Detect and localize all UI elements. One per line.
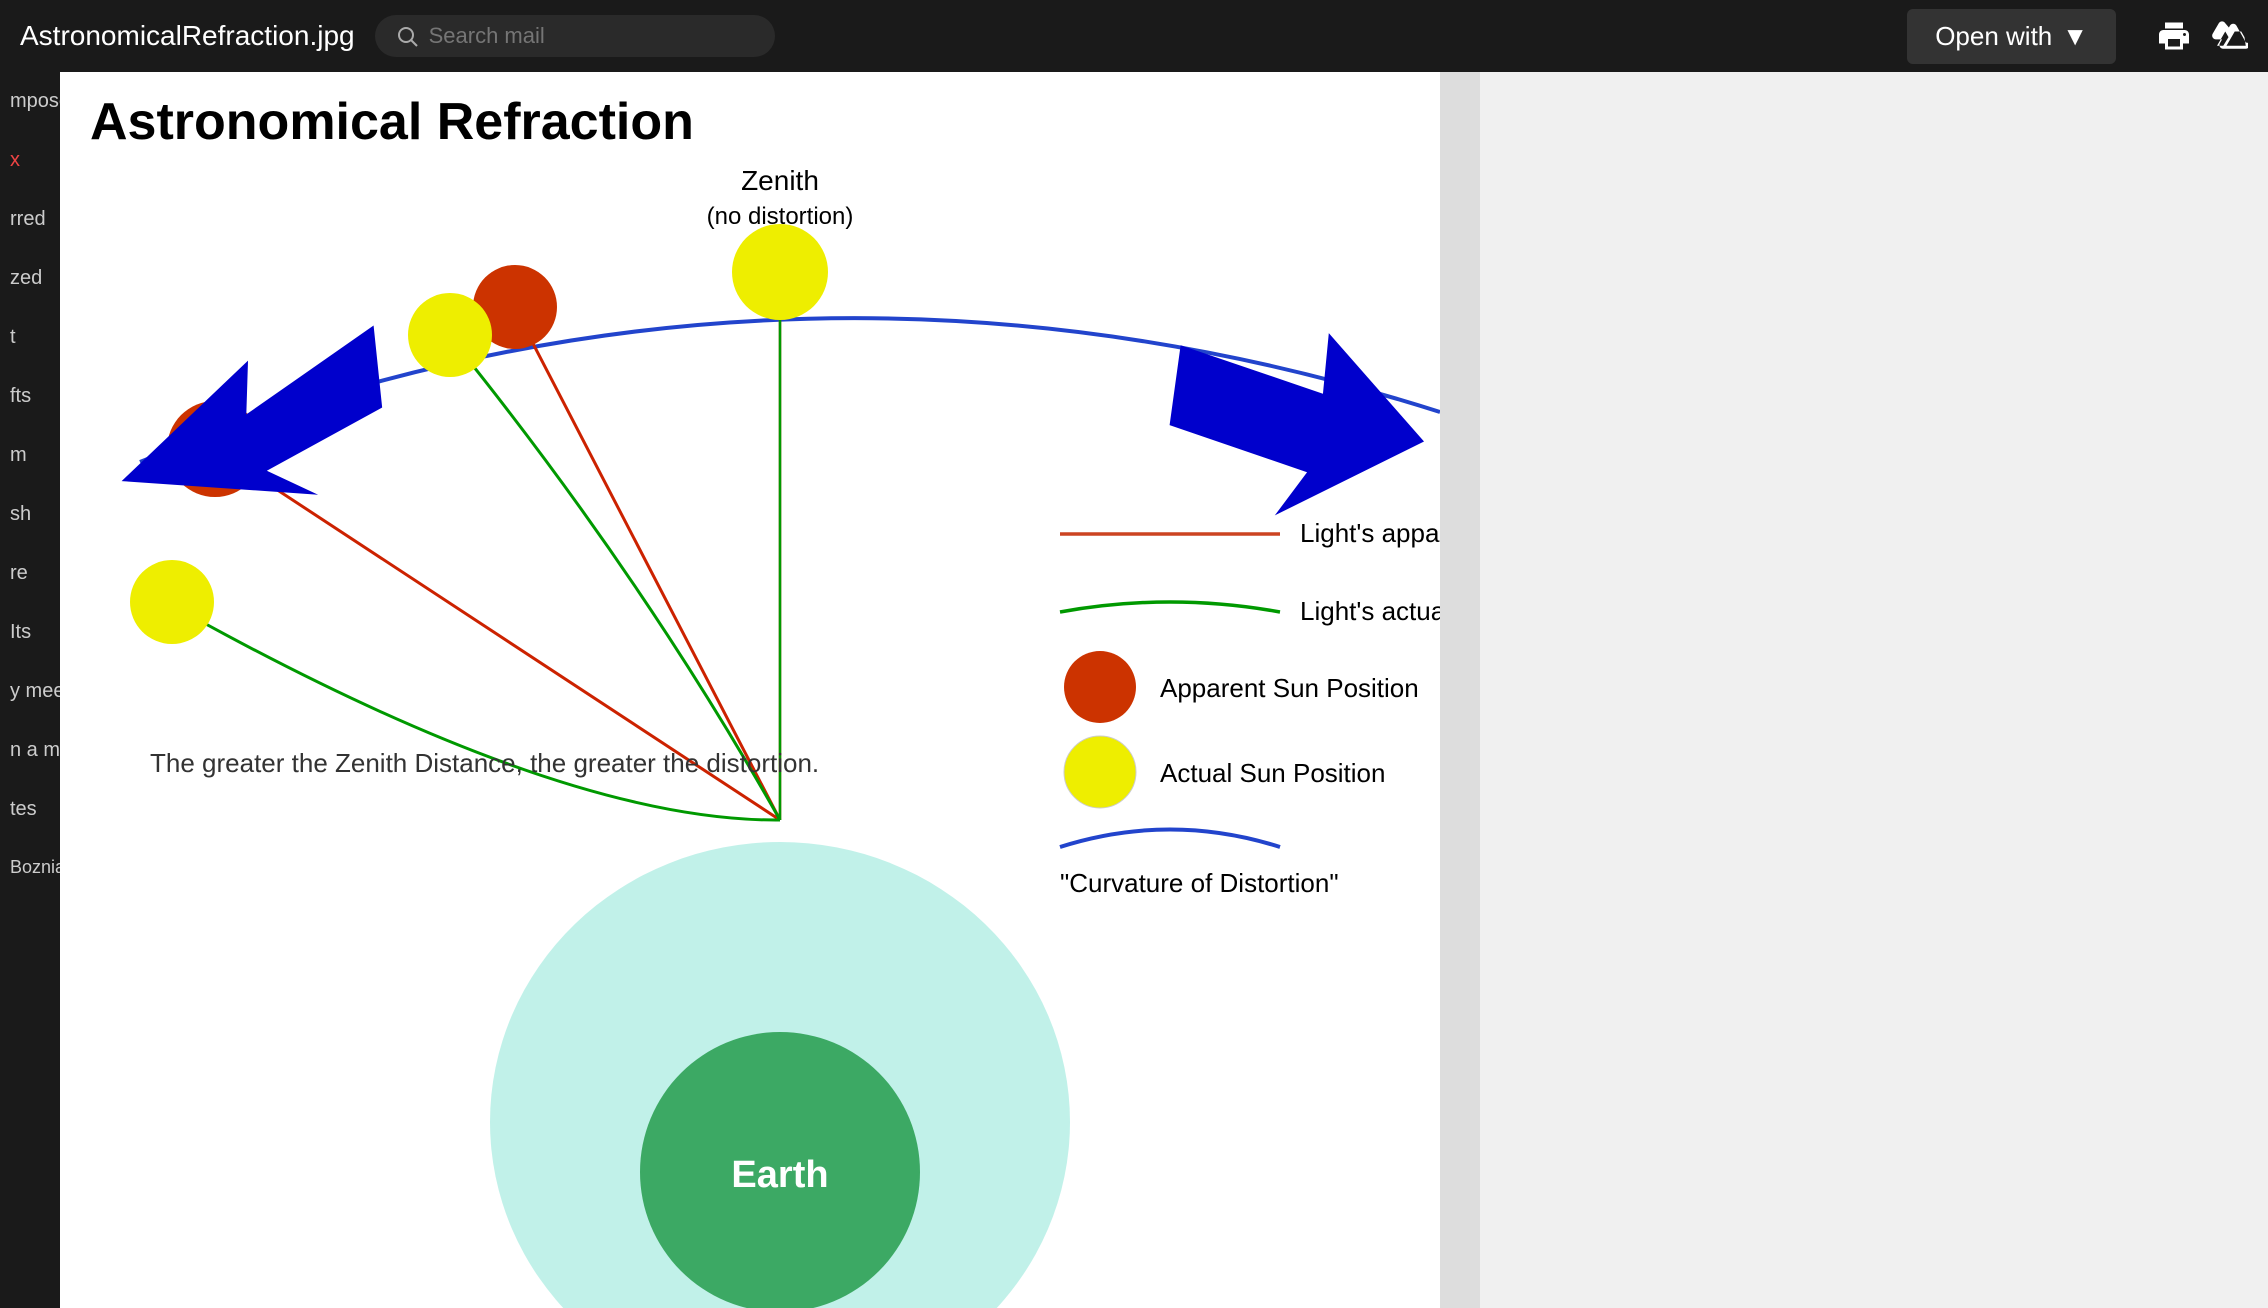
- zenith-dist-note: The greater the Zenith Distance, the gre…: [150, 748, 819, 778]
- legend-actual-sun-label: Actual Sun Position: [1160, 758, 1385, 788]
- legend-actual-line: [1060, 602, 1280, 612]
- sidebar-item-compose[interactable]: mpose: [0, 72, 60, 131]
- sidebar-item-t[interactable]: t: [0, 308, 60, 367]
- sidebar-item-contacts[interactable]: Boznianin, mike ALLEN: [0, 839, 60, 896]
- search-icon: [395, 24, 419, 48]
- top-icons: [2156, 18, 2248, 54]
- zenith-label: Zenith: [741, 165, 819, 196]
- sidebar-item-snoozed[interactable]: zed: [0, 249, 60, 308]
- legend-curvature-line: [1060, 830, 1280, 848]
- actual-path-1: [175, 607, 780, 820]
- actual-sun-far-left: [130, 560, 214, 644]
- diagram-container: Astronomical Refraction Zenith (no disto…: [60, 72, 1480, 1308]
- right-blue-arrow: [1144, 297, 1444, 548]
- left-blue-arrow: [98, 316, 422, 556]
- main-content: Astronomical Refraction Zenith (no disto…: [60, 72, 2268, 1308]
- sidebar-item-inbox[interactable]: x: [0, 131, 60, 190]
- apparent-path-2: [513, 305, 780, 820]
- open-with-button[interactable]: Open with ▼: [1907, 9, 2116, 64]
- actual-sun-zenith: [732, 224, 828, 320]
- legend-apparent-sun-label: Apparent Sun Position: [1160, 673, 1419, 703]
- sidebar-item-meet[interactable]: y meet: [0, 662, 60, 721]
- sidebar-item-its[interactable]: Its: [0, 603, 60, 662]
- legend-actual-sun-circle: [1064, 736, 1136, 808]
- legend-apparent-sun-circle: [1064, 651, 1136, 723]
- sidebar-item-sh[interactable]: sh: [0, 485, 60, 544]
- sidebar-item-m[interactable]: m: [0, 426, 60, 485]
- earth-label: Earth: [731, 1154, 828, 1196]
- sidebar-item-meeting[interactable]: n a mee: [0, 721, 60, 780]
- diagram-svg: Zenith (no distortion) Earth: [60, 72, 1480, 1308]
- sidebar-item-re[interactable]: re: [0, 544, 60, 603]
- filename-label: AstronomicalRefraction.jpg: [20, 20, 355, 52]
- actual-sun-mid: [408, 293, 492, 377]
- search-input[interactable]: [429, 23, 729, 49]
- sidebar-item-starred[interactable]: rred: [0, 190, 60, 249]
- legend-curvature-label: "Curvature of Distortion": [1060, 868, 1339, 898]
- scrollbar[interactable]: [1440, 72, 1480, 1308]
- print-icon[interactable]: [2156, 18, 2192, 54]
- atmosphere-ellipse: [490, 842, 1070, 1308]
- sidebar: mpose x rred zed t fts m sh re Its y mee…: [0, 72, 60, 1308]
- topbar: AstronomicalRefraction.jpg Open with ▼: [0, 0, 2268, 72]
- search-area[interactable]: [375, 15, 775, 57]
- drive-icon[interactable]: [2212, 18, 2248, 54]
- sidebar-item-drafts[interactable]: fts: [0, 367, 60, 426]
- sidebar-item-notes[interactable]: tes: [0, 780, 60, 839]
